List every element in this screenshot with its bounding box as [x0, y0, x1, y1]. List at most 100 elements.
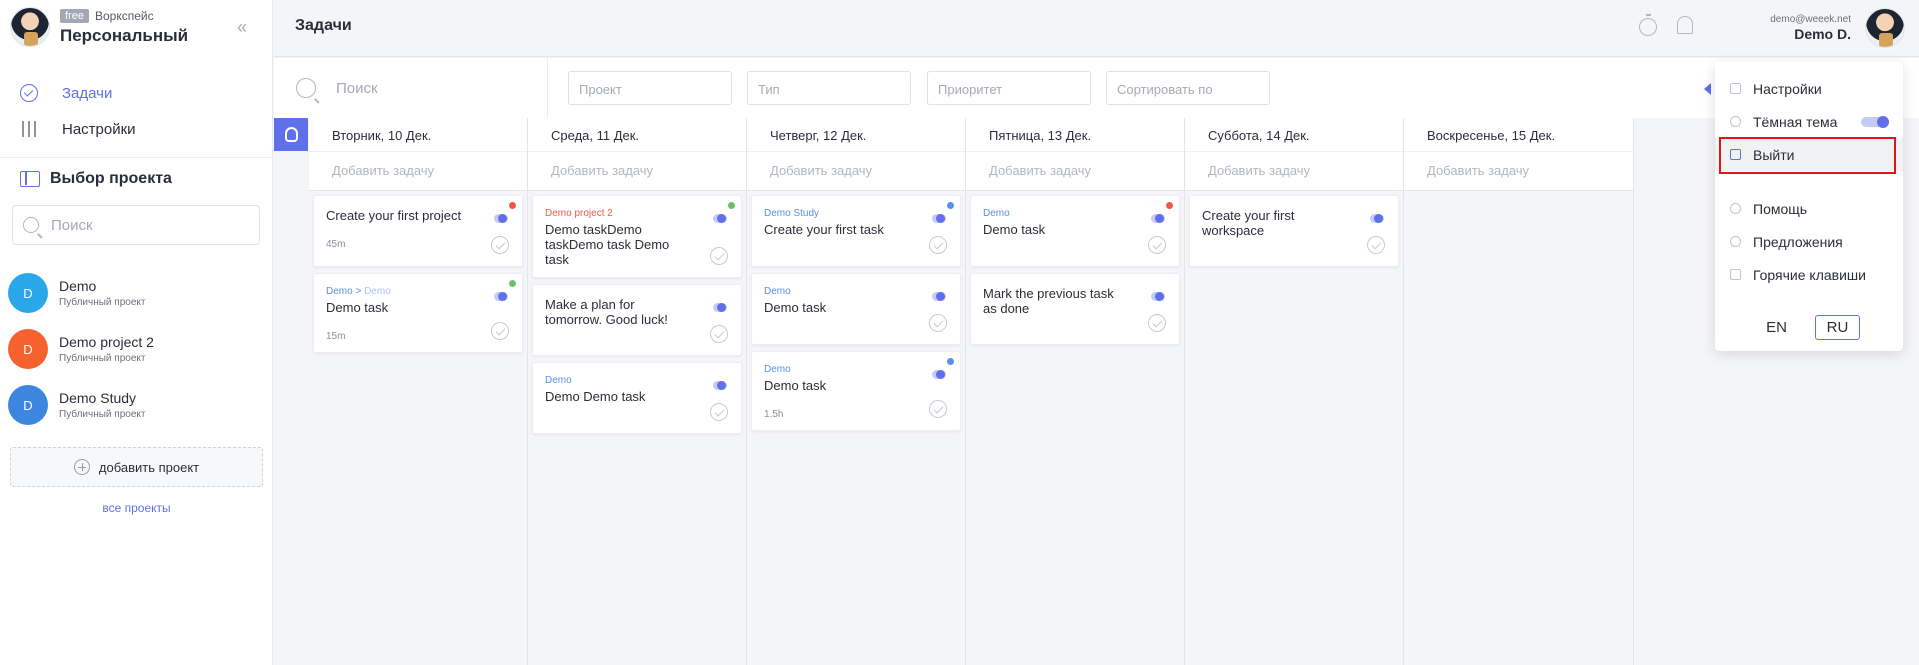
task-project-link[interactable]: Demo Study — [764, 208, 948, 219]
complete-check-icon[interactable] — [929, 236, 947, 254]
complete-check-icon[interactable] — [1367, 236, 1385, 254]
task-project-link[interactable]: Demo — [764, 364, 948, 375]
complete-check-icon[interactable] — [710, 403, 728, 421]
dark-theme-toggle[interactable] — [1861, 116, 1889, 128]
assignee-toggle-icon[interactable] — [932, 214, 946, 223]
complete-check-icon[interactable] — [710, 247, 728, 265]
lang-en-button[interactable]: EN — [1754, 315, 1799, 340]
filter-bar: Поиск Проект Тип Приоритет Сортировать п… — [274, 58, 1919, 118]
task-project-name: Demo > — [326, 286, 365, 297]
all-projects-link[interactable]: все проекты — [0, 501, 273, 515]
assignee-toggle-icon[interactable] — [713, 214, 727, 223]
user-avatar[interactable] — [1865, 8, 1905, 48]
complete-check-icon[interactable] — [929, 400, 947, 418]
menu-item-dark-theme[interactable]: Тёмная тема — [1715, 105, 1903, 138]
settings-icon — [1730, 83, 1741, 94]
complete-check-icon[interactable] — [929, 314, 947, 332]
menu-item-label: Предложения — [1753, 233, 1843, 250]
user-name[interactable]: Demo D. — [1794, 26, 1851, 42]
day-column-title: Четверг, 12 Дек. — [747, 118, 965, 151]
add-task-input[interactable]: Добавить задачу — [966, 151, 1184, 191]
add-task-input[interactable]: Добавить задачу — [309, 151, 527, 191]
day-column: Суббота, 14 Дек. Добавить задачу Create yo… — [1185, 118, 1404, 665]
task-card[interactable]: Create your first workspace — [1189, 195, 1399, 267]
menu-item-settings[interactable]: Настройки — [1715, 72, 1903, 105]
complete-check-icon[interactable] — [1148, 314, 1166, 332]
task-project-link[interactable]: Demo — [545, 375, 729, 386]
assignee-toggle-icon[interactable] — [494, 214, 508, 223]
task-project-link[interactable]: Demo — [764, 286, 948, 297]
task-card[interactable]: Create your first project 45m — [313, 195, 523, 267]
task-card[interactable]: Demo project 2 Demo taskDemo taskDemo tas… — [532, 195, 742, 278]
task-search-input[interactable]: Поиск — [296, 78, 378, 98]
project-search-input[interactable]: Поиск — [12, 205, 260, 245]
task-search-placeholder: Поиск — [336, 79, 378, 97]
task-project-name: Demo — [545, 375, 572, 386]
assignee-toggle-icon[interactable] — [1151, 292, 1165, 301]
project-filter[interactable]: Проект — [568, 71, 732, 105]
assignee-toggle-icon[interactable] — [713, 303, 727, 312]
assignee-toggle-icon[interactable] — [1370, 214, 1384, 223]
card-list: Create your first workspace — [1185, 191, 1403, 277]
project-list: D Demo Публичный проект D Demo project 2 Публ… — [8, 265, 268, 433]
task-project-link[interactable]: Demo project 2 — [545, 208, 729, 219]
task-card[interactable]: Demo > Demo Demo task 15m — [313, 273, 523, 353]
project-item[interactable]: D Demo Study Публичный проект — [8, 377, 268, 433]
bell-icon[interactable] — [1677, 16, 1693, 34]
assignee-toggle-icon[interactable] — [713, 381, 727, 390]
add-task-input[interactable]: Добавить задачу — [747, 151, 965, 191]
assignee-toggle-icon[interactable] — [494, 292, 508, 301]
task-card[interactable]: Demo Demo task 1.5h — [751, 351, 961, 431]
priority-dot — [509, 280, 516, 287]
card-list: Demo project 2 Demo taskDemo taskDemo tas… — [528, 191, 746, 444]
day-column: Четверг, 12 Дек. Добавить задачу Demo Stud… — [747, 118, 966, 665]
sort-filter[interactable]: Сортировать по — [1106, 71, 1270, 105]
task-project-link[interactable]: Demo — [983, 208, 1167, 219]
nav-item-settings[interactable]: Настройки — [18, 111, 136, 147]
complete-check-icon[interactable] — [491, 322, 509, 340]
workspace-switcher[interactable]: free Воркспейс Персональный — [10, 7, 188, 47]
timer-icon[interactable] — [1639, 14, 1657, 36]
collapse-sidebar-icon[interactable]: « — [237, 17, 247, 38]
task-card[interactable]: Demo Demo Demo task — [532, 362, 742, 434]
lightbulb-icon[interactable] — [274, 118, 308, 151]
menu-item-help[interactable]: Помощь — [1715, 192, 1903, 225]
task-card[interactable]: Mark the previous task as done — [970, 273, 1180, 345]
day-column: Среда, 11 Дек. Добавить задачу Demo projec… — [528, 118, 747, 665]
arrow-left-icon[interactable] — [1704, 83, 1711, 95]
lang-ru-button[interactable]: RU — [1815, 315, 1860, 340]
task-title: Create your first workspace — [1202, 208, 1295, 238]
menu-item-label: Помощь — [1753, 200, 1808, 217]
task-title: Demo task — [983, 222, 1046, 237]
menu-item-hotkeys[interactable]: Горячие клавиши — [1715, 258, 1903, 291]
task-card[interactable]: Make a plan for tomorrow. Good luck! — [532, 284, 742, 356]
add-task-input[interactable]: Добавить задачу — [1404, 151, 1633, 191]
menu-item-suggestions[interactable]: Предложения — [1715, 225, 1903, 258]
priority-dot — [1166, 202, 1173, 209]
priority-filter[interactable]: Приоритет — [927, 71, 1091, 105]
complete-check-icon[interactable] — [710, 325, 728, 343]
nav-item-tasks[interactable]: Задачи — [18, 75, 136, 111]
task-card[interactable]: Demo Demo task — [970, 195, 1180, 267]
task-card[interactable]: Demo Study Create your first task — [751, 195, 961, 267]
complete-check-icon[interactable] — [1148, 236, 1166, 254]
projects-icon — [20, 171, 40, 187]
task-project-name: Demo — [764, 286, 791, 297]
type-filter[interactable]: Тип — [747, 71, 911, 105]
task-project-link[interactable]: Demo > Demo — [326, 286, 510, 297]
menu-item-label: Настройки — [1753, 80, 1822, 97]
project-item[interactable]: D Demo Публичный проект — [8, 265, 268, 321]
add-project-button[interactable]: добавить проект — [10, 447, 263, 487]
assignee-toggle-icon[interactable] — [1151, 214, 1165, 223]
assignee-toggle-icon[interactable] — [932, 292, 946, 301]
complete-check-icon[interactable] — [491, 236, 509, 254]
add-task-input[interactable]: Добавить задачу — [528, 151, 746, 191]
task-card[interactable]: Demo Demo task — [751, 273, 961, 345]
project-avatar: D — [8, 329, 48, 369]
add-task-input[interactable]: Добавить задачу — [1185, 151, 1403, 191]
user-email: demo@weeek.net — [1770, 14, 1851, 25]
project-item[interactable]: D Demo project 2 Публичный проект — [8, 321, 268, 377]
top-header: Задачи demo@weeek.net Demo D. — [274, 0, 1919, 57]
assignee-toggle-icon[interactable] — [932, 370, 946, 379]
task-title: Demo task — [326, 300, 389, 315]
